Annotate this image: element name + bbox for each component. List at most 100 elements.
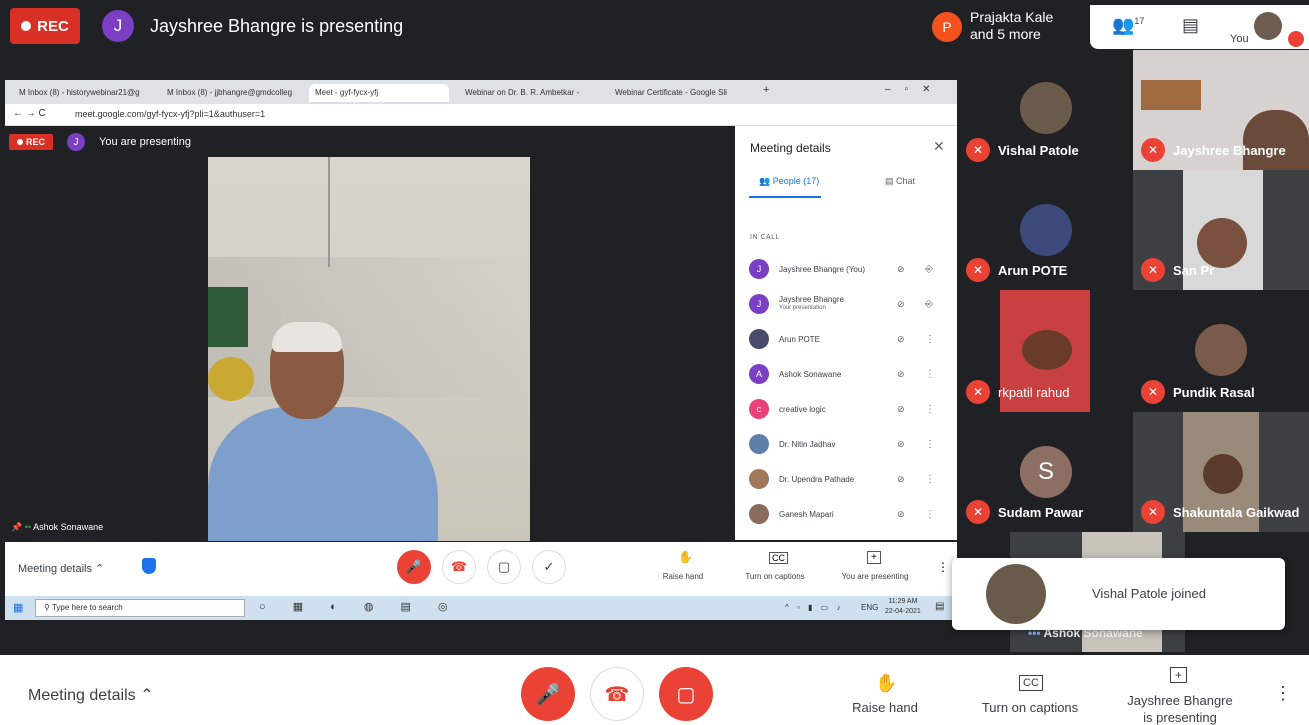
browser-tab[interactable]: M Inbox (8) - historywebinar21@g — [13, 84, 159, 102]
tab-chat[interactable]: ▤ Chat — [885, 176, 915, 187]
participant-row[interactable]: Ganesh Mapari ⊘ ⋮ — [749, 497, 949, 531]
participant-row[interactable]: Arun POTE ⊘ ⋮ — [749, 322, 949, 356]
more-options-icon[interactable]: ⋮ — [925, 509, 935, 520]
pin-icon[interactable]: ⎆ — [925, 264, 933, 275]
window-controls-icon[interactable]: –▫✕ — [885, 84, 945, 95]
record-dot-icon — [16, 139, 23, 145]
more-options-icon[interactable]: ⋮ — [925, 334, 935, 345]
others-summary[interactable]: Prajakta Kale and 5 more — [970, 9, 1053, 43]
notification-icon[interactable]: ▤ — [935, 601, 944, 612]
video-wall — [208, 257, 530, 397]
participant-tile[interactable]: ✕ Shakuntala Gaikwad — [1133, 412, 1309, 532]
tray-date: 22-04-2021 — [885, 608, 921, 615]
more-options-icon[interactable]: ⋮ — [925, 474, 935, 485]
browser-tab[interactable]: M Inbox (8) - jjbhangre@gmdcolleg — [161, 84, 307, 102]
participant-row[interactable]: Dr. Upendra Pathade ⊘ ⋮ — [749, 462, 949, 496]
new-tab-icon[interactable]: + — [763, 84, 769, 96]
panel-title: Meeting details — [750, 141, 831, 155]
participant-row[interactable]: J Jayshree Bhangre Your presentation ⊘ ⎆ — [749, 287, 949, 321]
taskbar-apps-icons[interactable]: ○ ▦ ◐ ◍ ▤ ◎ — [259, 600, 460, 613]
inner-check-icon[interactable]: ✓ — [532, 550, 566, 584]
meeting-details-label: Meeting details — [28, 687, 136, 704]
participant-tile[interactable]: ✕ Vishal Patole — [958, 50, 1133, 170]
pin-icon[interactable]: ⎆ — [925, 299, 933, 310]
mic-off-icon: ⊘ — [897, 473, 905, 484]
chat-icon[interactable]: ▤ — [1182, 15, 1199, 36]
close-icon[interactable]: ✕ — [933, 138, 945, 155]
url-text[interactable]: meet.google.com/gyf-fycx-yfj?pli=1&authu… — [75, 109, 265, 119]
inner-more-icon[interactable]: ⋮ — [937, 560, 949, 574]
more-options-icon[interactable]: ⋮ — [925, 369, 935, 380]
self-mic-off-icon — [1288, 31, 1304, 47]
inner-captions-label[interactable]: Turn on captions — [735, 572, 815, 581]
participant-row[interactable]: c creative logic ⊘ ⋮ — [749, 392, 949, 426]
tray-clock[interactable]: 11:29 AM 22-04-2021 — [885, 597, 921, 617]
browser-tab-strip: M Inbox (8) - historywebinar21@g M Inbox… — [5, 80, 957, 104]
inner-raise-hand-label[interactable]: Raise hand — [653, 572, 713, 581]
mic-off-icon: ✕ — [1141, 500, 1165, 524]
raise-hand-icon[interactable]: ✋ — [875, 673, 897, 694]
address-bar[interactable]: ← → C meet.google.com/gyf-fycx-yfj?pli=1… — [5, 104, 957, 126]
meeting-stage: REC J Jayshree Bhangre is presenting P P… — [0, 0, 1309, 655]
more-options-icon[interactable]: ⋮ — [1274, 683, 1292, 704]
tray-lang[interactable]: ENG — [861, 603, 878, 612]
meeting-details-button[interactable]: Meeting details ⌃ — [28, 685, 153, 705]
inner-leave-call-button[interactable]: ☎ — [442, 550, 476, 584]
more-options-icon[interactable]: ⋮ — [925, 439, 935, 450]
participant-tile[interactable]: S ✕ Sudam Pawar — [958, 412, 1133, 532]
video-object — [208, 357, 254, 401]
leave-call-button[interactable]: ☎ — [590, 667, 644, 721]
others-line1: Prajakta Kale — [970, 9, 1054, 25]
tab-people[interactable]: 👥 People (17) — [759, 176, 819, 187]
taskbar-search-input[interactable]: ⚲ Type here to search — [35, 599, 245, 617]
mic-off-icon: ✕ — [1141, 258, 1165, 282]
presenting-line2: is presenting — [1143, 710, 1217, 725]
presenting-line1: Jayshree Bhangre — [1127, 693, 1233, 708]
participant-tile[interactable]: ✕ rkpatil rahud — [958, 290, 1133, 412]
browser-tab[interactable]: Webinar Certificate - Google Sli — [609, 84, 755, 102]
tray-icons[interactable]: ^ ▫ ▮ ▭ ♪ — [785, 603, 843, 612]
inner-meeting-details-button[interactable]: Meeting details ⌃ — [18, 562, 104, 575]
captions-button[interactable]: Turn on captions — [975, 700, 1085, 715]
record-dot-icon — [21, 21, 32, 31]
browser-tab-active[interactable]: Meet - gyf-fycx-yfj — [309, 84, 449, 102]
shared-screen: M Inbox (8) - historywebinar21@g M Inbox… — [5, 80, 957, 652]
participant-row[interactable]: Dr. Nitin Jadhav ⊘ ⋮ — [749, 427, 949, 461]
participant-row-name: Dr. Nitin Jadhav — [779, 440, 889, 449]
inner-raise-hand-icon[interactable]: ✋ — [678, 550, 693, 564]
toast-message: Vishal Patole joined — [1092, 586, 1206, 601]
present-icon[interactable]: + — [1170, 667, 1188, 683]
inner-mic-off-button[interactable]: 🎤 — [397, 550, 431, 584]
self-avatar[interactable] — [1254, 12, 1282, 40]
participant-row-avatar: A — [749, 364, 769, 384]
windows-start-icon[interactable]: ▦ — [13, 601, 23, 614]
participant-row[interactable]: A Ashok Sonawane ⊘ ⋮ — [749, 357, 949, 391]
people-icon: 👥 — [1112, 15, 1135, 35]
participant-tile[interactable]: ✕ San Pr — [1133, 170, 1309, 290]
participant-row-avatar — [749, 434, 769, 454]
participant-tile[interactable]: ✕ Arun POTE — [958, 170, 1133, 290]
taskbar-search-placeholder: Type here to search — [51, 603, 123, 612]
participant-row[interactable]: J Jayshree Bhangre (You) ⊘ ⎆ — [749, 252, 949, 286]
participant-avatar — [1020, 204, 1072, 256]
participant-name-text: Dr. Nitin Jadhav — [779, 439, 836, 449]
people-button[interactable]: 👥17 — [1112, 15, 1144, 36]
audio-level-icon: •• — [24, 522, 32, 532]
inner-presenting-button-label[interactable]: You are presenting — [835, 572, 915, 581]
nav-arrows-icon[interactable]: ← → C — [13, 108, 46, 119]
browser-tab[interactable]: Webinar on Dr. B. R. Ambetkar - — [459, 84, 605, 102]
inner-captions-icon[interactable]: CC — [769, 552, 788, 564]
presenting-button[interactable]: Jayshree Bhangre is presenting — [1115, 692, 1245, 725]
camera-off-button[interactable]: ▢ — [659, 667, 713, 721]
more-options-icon[interactable]: ⋮ — [925, 404, 935, 415]
participant-tile[interactable]: ✕ Jayshree Bhangre — [1133, 50, 1309, 170]
shield-icon[interactable] — [142, 558, 156, 574]
tile-name: Sudam Pawar — [998, 505, 1084, 520]
participant-tile[interactable]: ✕ Pundik Rasal — [1133, 290, 1309, 412]
captions-icon[interactable]: CC — [1019, 675, 1043, 691]
inner-camera-button[interactable]: ▢ — [487, 550, 521, 584]
raise-hand-button[interactable]: Raise hand — [840, 700, 930, 715]
inner-presenter-avatar: J — [67, 133, 85, 151]
inner-present-icon[interactable]: + — [867, 551, 881, 564]
mic-off-button[interactable]: 🎤 — [521, 667, 575, 721]
